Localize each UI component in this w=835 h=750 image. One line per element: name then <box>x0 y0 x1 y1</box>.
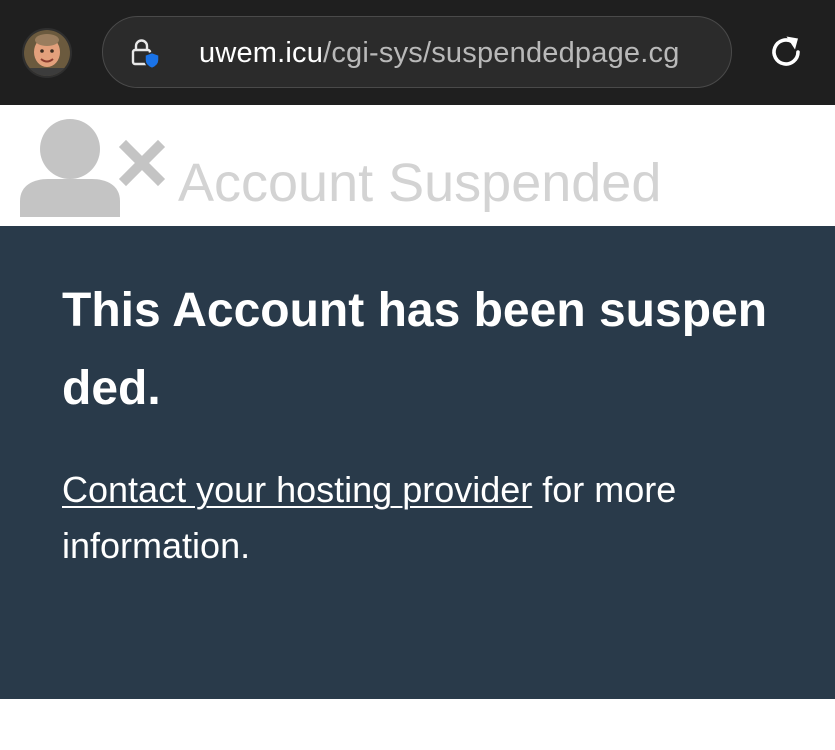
url-host: uwem.icu <box>199 37 324 69</box>
profile-avatar[interactable] <box>22 28 72 78</box>
avatar-image <box>24 30 70 76</box>
reload-icon[interactable] <box>764 30 808 74</box>
lock-shield-icon[interactable] <box>127 36 161 70</box>
suspension-heading: This Account has been suspended. <box>62 284 768 415</box>
notice-message: Contact your hosting provider for more i… <box>62 462 782 574</box>
page-title: Account Suspended <box>178 153 662 213</box>
browser-toolbar: uwem.icu/cgi-sys/suspendedpage.cg <box>0 0 835 105</box>
page-header: Account Suspended <box>0 105 835 226</box>
page-footer-space <box>0 699 835 750</box>
contact-hosting-link[interactable]: Contact your hosting provider <box>62 469 532 510</box>
url-text[interactable]: uwem.icu/cgi-sys/suspendedpage.cg <box>199 35 680 71</box>
user-x-icon <box>20 119 166 217</box>
address-bar[interactable]: uwem.icu/cgi-sys/suspendedpage.cg <box>102 16 732 88</box>
url-path: /cgi-sys/suspendedpage.cg <box>323 37 680 69</box>
notice-panel: This Account has been suspended. Contact… <box>0 226 835 699</box>
